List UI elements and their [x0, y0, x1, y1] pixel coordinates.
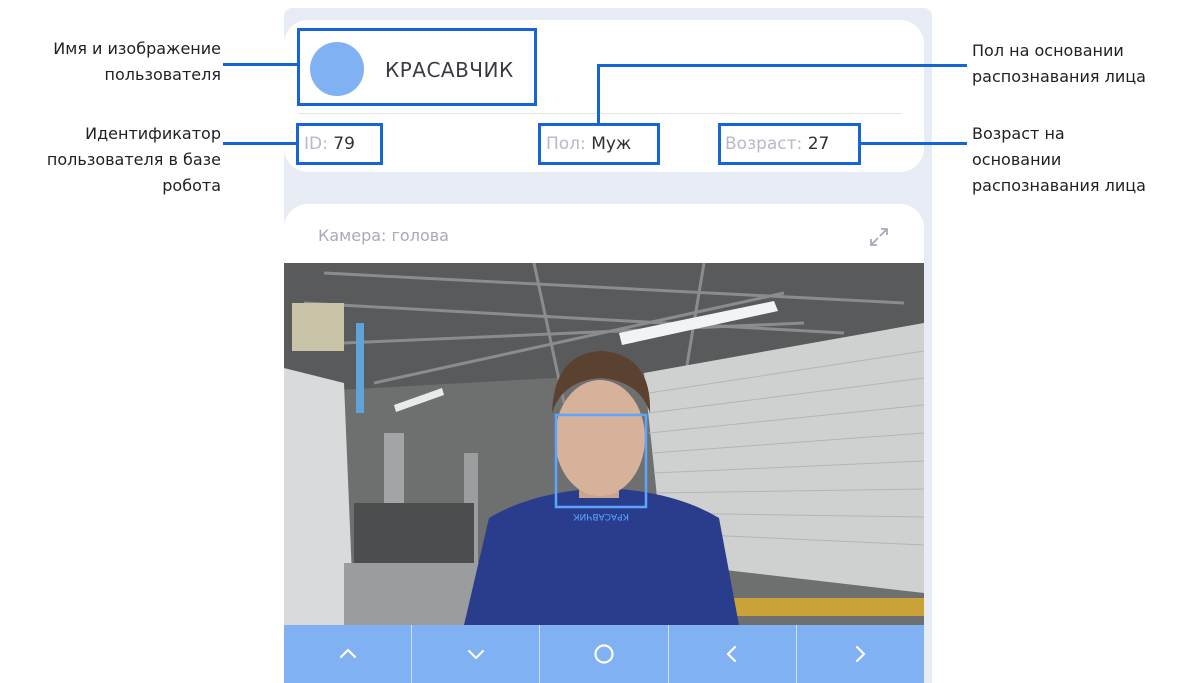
- annotation-line: Идентификатор: [85, 124, 221, 143]
- annotation-line: пользователя в базе: [46, 150, 221, 169]
- annotation-line: распознавания лица: [972, 176, 1146, 195]
- connector-age: [861, 142, 967, 145]
- chevron-down-icon: [467, 649, 484, 660]
- chevron-right-icon: [856, 645, 866, 663]
- annotation-line: Возраст на: [972, 124, 1065, 143]
- annotation-user-id: Идентификатор пользователя в базе робота: [47, 121, 221, 199]
- annotation-age: Возраст на основании распознавания лица: [972, 121, 1146, 199]
- annotation-line: Пол на основании: [972, 41, 1124, 60]
- age-highlight: [718, 123, 861, 165]
- chevron-left-icon: [727, 645, 737, 663]
- gender-highlight: [538, 123, 660, 165]
- connector-name: [223, 63, 297, 66]
- camera-image: КРАСАВЧИК: [284, 263, 924, 625]
- annotation-line: основании: [972, 150, 1062, 169]
- annotation-line: пользователя: [104, 65, 221, 84]
- move-left-button[interactable]: [669, 625, 797, 683]
- camera-feed: КРАСАВЧИК: [284, 263, 924, 625]
- annotation-line: робота: [162, 176, 221, 195]
- name-avatar-highlight: [297, 28, 537, 106]
- move-down-button[interactable]: [412, 625, 541, 683]
- annotation-name-avatar: Имя и изображение пользователя: [53, 36, 221, 88]
- annotation-line: Имя и изображение: [53, 39, 221, 58]
- camera-title: Камера: голова: [318, 226, 449, 245]
- equipment: [354, 503, 474, 563]
- annotation-line: распознавания лица: [972, 67, 1146, 86]
- connector-id: [223, 142, 296, 145]
- person-face: [555, 380, 645, 496]
- left-wall: [284, 368, 354, 625]
- connector-gender-horizontal: [597, 64, 967, 67]
- card-divider: [298, 113, 902, 114]
- move-up-button[interactable]: [284, 625, 413, 683]
- control-bar: [284, 625, 924, 683]
- expand-icon[interactable]: [866, 224, 892, 250]
- face-tag: КРАСАВЧИК: [572, 511, 628, 521]
- annotation-gender: Пол на основании распознавания лица: [972, 38, 1146, 90]
- center-button[interactable]: [540, 625, 669, 683]
- circle-icon: [594, 644, 614, 664]
- hazard-tape: [734, 598, 924, 616]
- chevron-up-icon: [339, 648, 356, 659]
- move-right-button[interactable]: [797, 625, 924, 683]
- connector-gender-vertical: [597, 64, 600, 123]
- blue-post: [356, 323, 364, 413]
- wall-box: [292, 303, 344, 351]
- user-id-highlight: [296, 123, 383, 165]
